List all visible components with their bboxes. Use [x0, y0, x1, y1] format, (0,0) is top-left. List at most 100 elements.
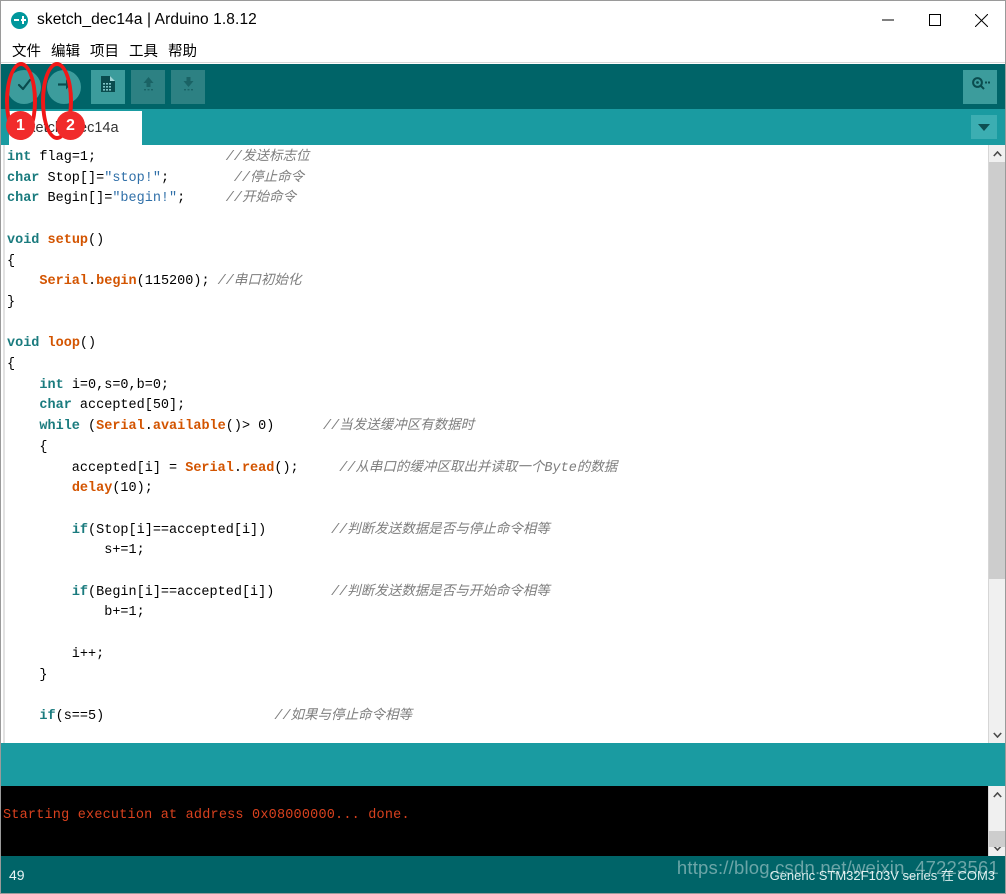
- console-scroll-thumb[interactable]: [988, 831, 1005, 847]
- tab-sketch-dec14a[interactable]: sketch_dec14a: [9, 111, 142, 145]
- code-token: accepted[50];: [71, 398, 186, 414]
- code-line: Serial.begin(115200); //串口初始化: [7, 272, 988, 293]
- code-token: //判断发送数据是否与开始命令相等: [331, 584, 550, 600]
- console-output[interactable]: Starting execution at address 0x08000000…: [1, 786, 988, 856]
- code-token: void: [7, 232, 40, 248]
- new-sketch-button[interactable]: [91, 69, 125, 104]
- code-editor[interactable]: int flag=1; //发送标志位 char Stop[]="stop!"; …: [1, 145, 988, 743]
- code-token: {: [7, 357, 16, 373]
- code-token: if: [71, 584, 89, 600]
- menu-tools[interactable]: 工具: [124, 40, 163, 61]
- code-token: //从串口的缓冲区取出并读取一个Byte的数据: [339, 460, 618, 476]
- toolbar: [1, 64, 1005, 109]
- maximize-button[interactable]: [911, 1, 958, 39]
- code-token: s+=1;: [7, 543, 145, 559]
- code-token: b+=1;: [7, 605, 145, 621]
- code-line: while (Serial.available()> 0) //当发送缓冲区有数…: [7, 417, 988, 438]
- console-scroll-up-button[interactable]: [988, 786, 1005, 803]
- arrow-up-icon: [140, 75, 157, 98]
- code-token: char: [39, 398, 72, 414]
- code-line: if(Stop[i]==accepted[i]) //判断发送数据是否与停止命令…: [7, 521, 988, 542]
- code-line: {: [7, 438, 988, 459]
- editor-scroll-up-button[interactable]: [988, 145, 1005, 162]
- menu-help[interactable]: 帮助: [163, 40, 202, 61]
- code-token: if: [71, 522, 89, 538]
- toolbar-left-group: [1, 69, 211, 104]
- code-token: char: [7, 170, 40, 186]
- menu-file[interactable]: 文件: [7, 40, 46, 61]
- minimize-button[interactable]: [864, 1, 911, 39]
- code-token: int: [39, 377, 64, 393]
- open-sketch-button[interactable]: [131, 69, 165, 104]
- tab-bar: sketch_dec14a: [1, 109, 1005, 145]
- menu-edit[interactable]: 编辑: [46, 40, 85, 61]
- menu-bar: 文件 编辑 项目 工具 帮助: [1, 39, 1005, 63]
- checkmark-icon: [16, 76, 33, 98]
- menu-sketch[interactable]: 项目: [85, 40, 124, 61]
- title-bar: sketch_dec14a | Arduino 1.8.12: [1, 1, 1005, 39]
- code-line: int flag=1; //发送标志位: [7, 148, 988, 169]
- console-vertical-scrollbar[interactable]: [988, 786, 1005, 856]
- code-token: setup: [47, 232, 89, 248]
- serial-monitor-button[interactable]: [963, 69, 997, 104]
- code-token: //判断发送数据是否与停止命令相等: [331, 522, 550, 538]
- code-token: while: [39, 419, 80, 435]
- code-token: .: [144, 419, 153, 435]
- code-token: i++;: [7, 646, 105, 662]
- editor-left-guide: [3, 145, 5, 743]
- verify-button[interactable]: [7, 69, 41, 104]
- code-line: {: [7, 252, 988, 273]
- code-token: Begin[]=: [39, 191, 113, 207]
- code-token: Serial: [185, 460, 234, 476]
- code-token: available: [152, 419, 226, 435]
- code-line: }: [7, 666, 988, 687]
- code-token: ;: [160, 170, 170, 186]
- editor-scroll-down-button[interactable]: [988, 726, 1005, 743]
- close-button[interactable]: [958, 1, 1005, 39]
- console-scroll-track[interactable]: [988, 803, 1005, 847]
- code-token: "begin!": [112, 191, 178, 207]
- code-token: }: [7, 294, 16, 310]
- code-token: char: [7, 191, 40, 207]
- editor-vertical-scrollbar[interactable]: [988, 145, 1005, 743]
- save-sketch-button[interactable]: [171, 69, 205, 104]
- code-token: if: [39, 708, 56, 724]
- tab-menu-button[interactable]: [971, 115, 997, 139]
- editor-scroll-thumb[interactable]: [988, 162, 1005, 580]
- code-token: }: [7, 667, 48, 683]
- code-line: delay(10);: [7, 479, 988, 500]
- code-line: char Begin[]="begin!"; //开始命令: [7, 189, 988, 210]
- code-token: flag=1;: [31, 150, 97, 165]
- code-token: ();: [274, 460, 299, 476]
- tab-label: sketch_dec14a: [21, 120, 119, 136]
- upload-button[interactable]: [47, 69, 81, 104]
- code-token: //开始命令: [225, 191, 296, 207]
- code-line: void loop(): [7, 334, 988, 355]
- code-token: loop: [47, 336, 80, 352]
- editor-scroll-track[interactable]: [988, 162, 1005, 726]
- code-token: (115200);: [136, 274, 218, 290]
- source-code: int flag=1; //发送标志位 char Stop[]="stop!"; …: [7, 148, 988, 728]
- code-line: if(Begin[i]==accepted[i]) //判断发送数据是否与开始命…: [7, 583, 988, 604]
- code-line: if(s==5) //如果与停止命令相等: [7, 707, 988, 728]
- code-token: (10);: [112, 481, 153, 497]
- magnifier-icon: [970, 75, 990, 98]
- window-title: sketch_dec14a | Arduino 1.8.12: [37, 11, 257, 28]
- code-token: read: [241, 460, 275, 476]
- code-token: i=0,s=0,b=0;: [63, 377, 170, 393]
- code-token: begin: [96, 274, 137, 290]
- window-controls: [864, 1, 1005, 39]
- code-line: accepted[i] = Serial.read(); //从串口的缓冲区取出…: [7, 459, 988, 480]
